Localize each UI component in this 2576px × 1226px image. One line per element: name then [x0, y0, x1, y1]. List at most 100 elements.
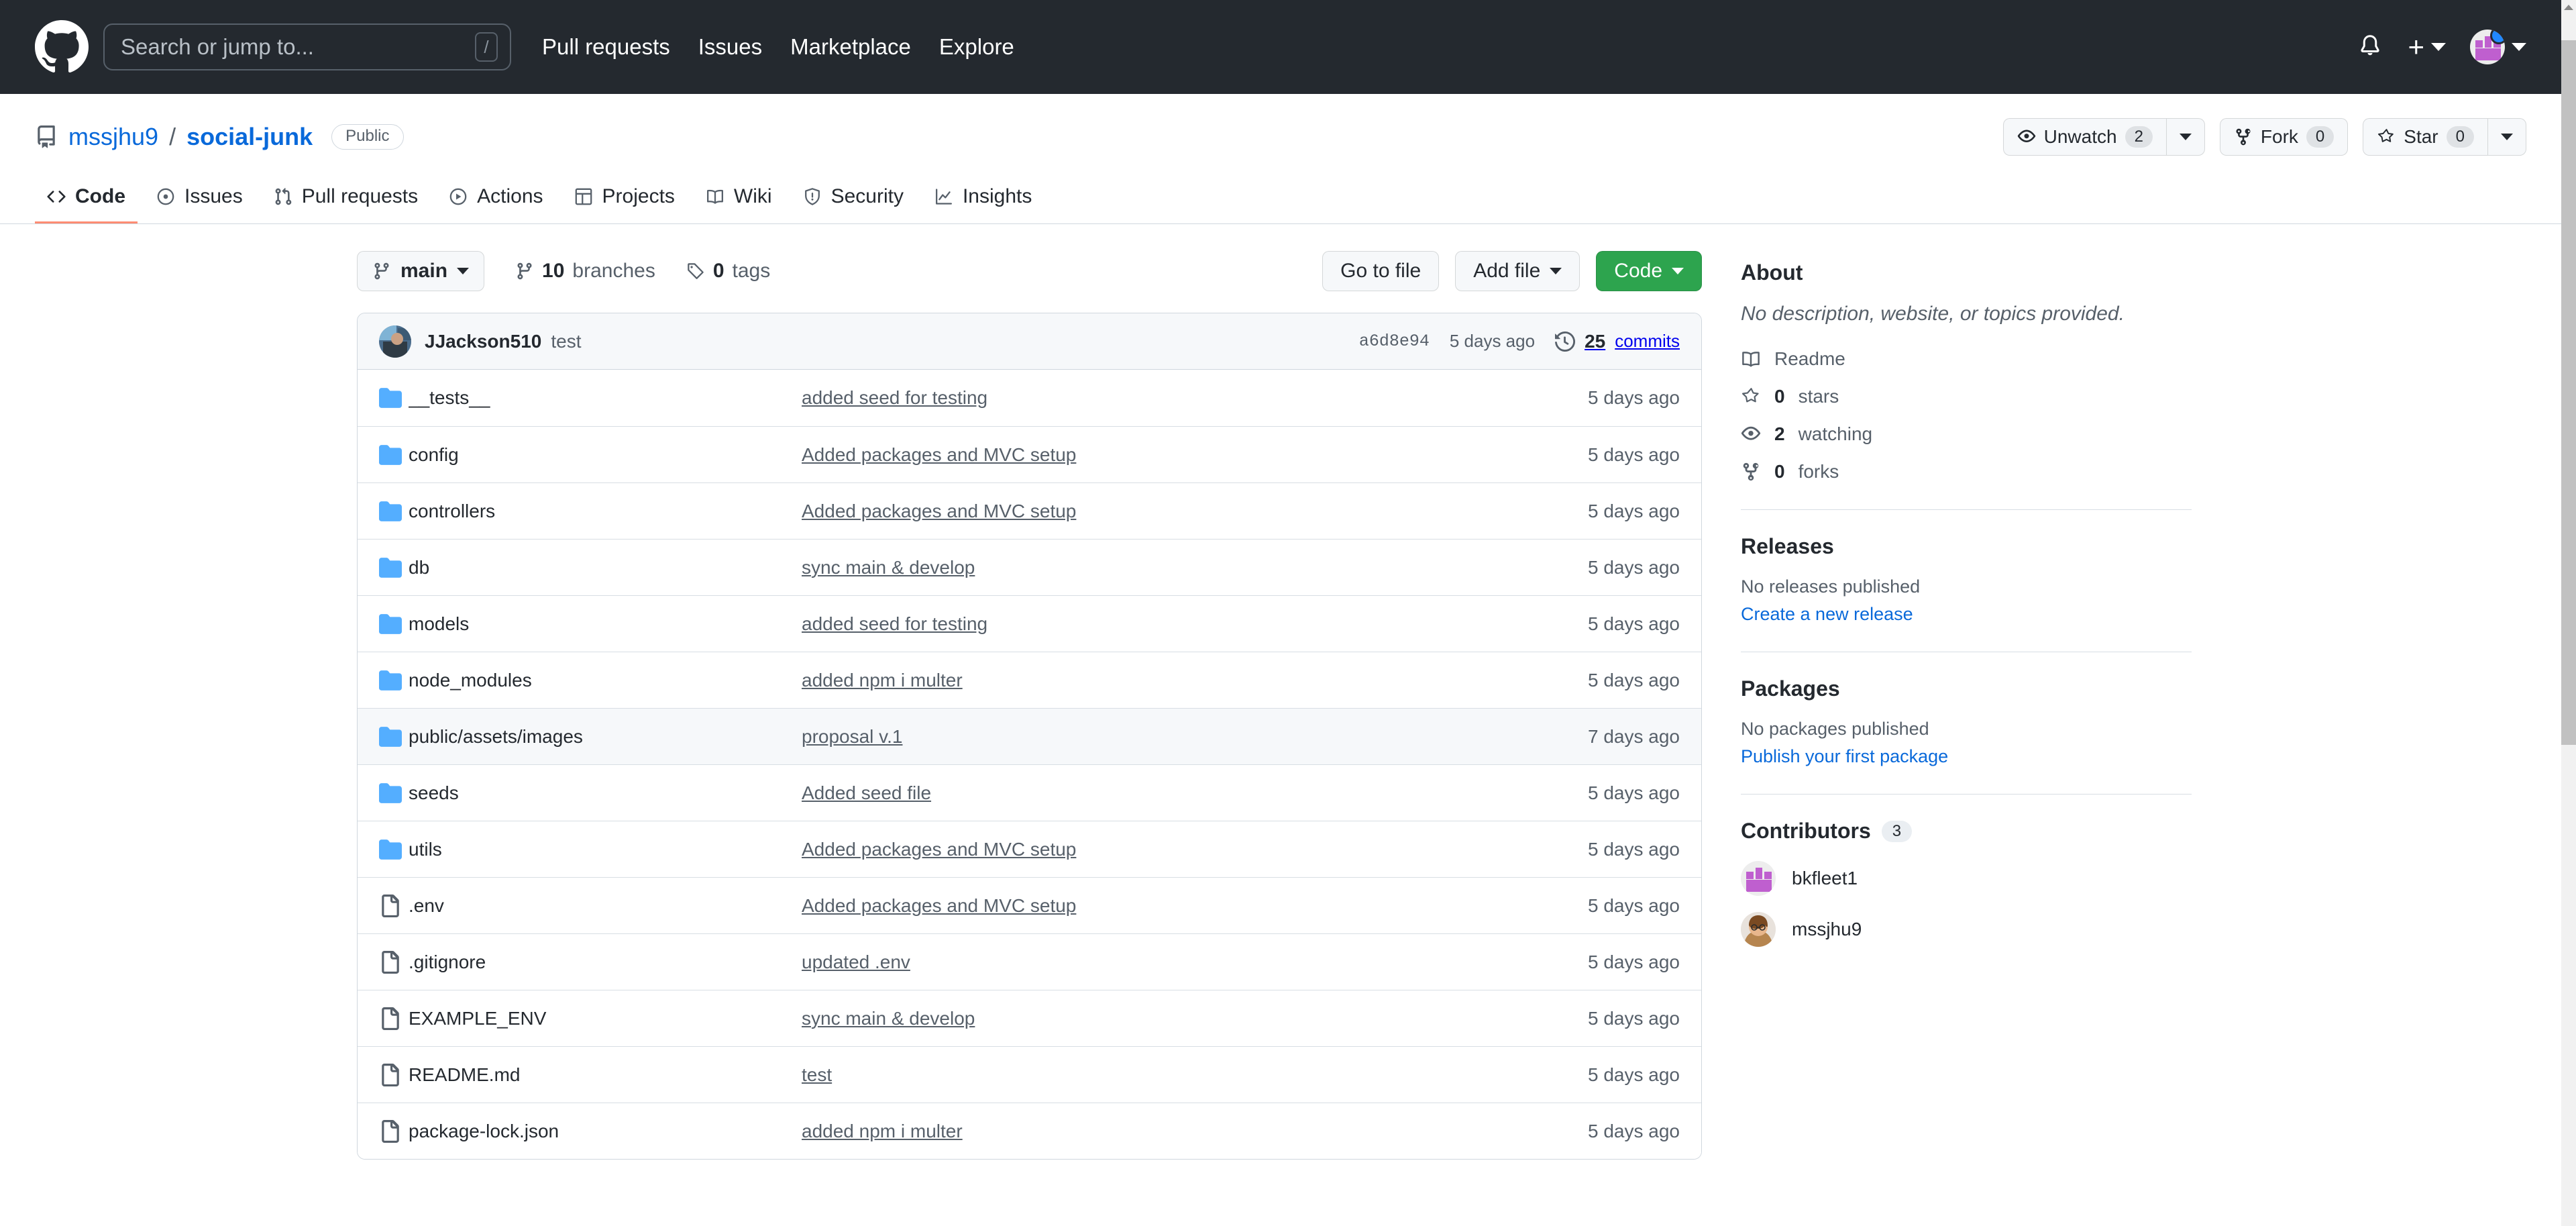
file-name-link[interactable]: models	[409, 613, 802, 635]
scrollbar-thumb[interactable]	[2561, 40, 2576, 745]
file-commit-message[interactable]: updated .env	[802, 952, 1512, 973]
file-commit-time: 5 days ago	[1588, 895, 1680, 916]
avatar	[1741, 912, 1776, 947]
readme-link[interactable]: Readme	[1741, 348, 2192, 370]
tab-insights[interactable]: Insights	[922, 176, 1044, 223]
file-commit-message[interactable]: added seed for testing	[802, 387, 1512, 409]
watching-link[interactable]: 2 watching	[1741, 423, 2192, 445]
table-row[interactable]: README.md test 5 days ago	[358, 1046, 1701, 1103]
file-name-link[interactable]: config	[409, 444, 802, 466]
file-commit-message[interactable]: Added packages and MVC setup	[802, 839, 1512, 860]
chevron-down-icon	[2179, 134, 2192, 140]
tab-wiki[interactable]: Wiki	[694, 176, 784, 223]
table-row[interactable]: db sync main & develop 5 days ago	[358, 539, 1701, 595]
file-name-link[interactable]: .gitignore	[409, 952, 802, 973]
star-dropdown-button[interactable]	[2487, 118, 2526, 156]
branch-selector-button[interactable]: main	[357, 251, 485, 291]
commit-author-name[interactable]: JJackson510	[425, 331, 541, 352]
list-item[interactable]: mssjhu9	[1741, 912, 2192, 947]
commit-message[interactable]: test	[551, 331, 581, 352]
global-nav-marketplace[interactable]: Marketplace	[790, 34, 911, 60]
bell-icon[interactable]	[2357, 32, 2383, 62]
file-name-link[interactable]: utils	[409, 839, 802, 860]
fork-button[interactable]: Fork 0	[2219, 118, 2349, 156]
commit-sha[interactable]: a6d8e94	[1359, 331, 1430, 351]
forks-link[interactable]: 0 forks	[1741, 461, 2192, 482]
table-row[interactable]: public/assets/images proposal v.1 7 days a…	[358, 708, 1701, 764]
repo-book-icon	[38, 125, 55, 148]
file-commit-message[interactable]: Added seed file	[802, 782, 1512, 804]
tab-security[interactable]: Security	[791, 176, 916, 223]
table-row[interactable]: config Added packages and MVC setup 5 days…	[358, 426, 1701, 482]
file-name-link[interactable]: public/assets/images	[409, 726, 802, 748]
file-commit-message[interactable]: test	[802, 1064, 1512, 1086]
file-name-link[interactable]: node_modules	[409, 670, 802, 691]
repo-owner-link[interactable]: mssjhu9	[68, 123, 158, 151]
page-scrollbar[interactable]	[2561, 0, 2576, 1226]
table-row[interactable]: __tests__ added seed for testing 5 days ag…	[358, 370, 1701, 426]
github-mark-icon[interactable]	[35, 20, 89, 74]
add-file-button[interactable]: Add file	[1455, 251, 1580, 291]
tab-code[interactable]: Code	[35, 176, 138, 223]
table-row[interactable]: utils Added packages and MVC setup 5 days …	[358, 821, 1701, 877]
watch-dropdown-button[interactable]	[2165, 118, 2205, 156]
tab-pull-requests[interactable]: Pull requests	[262, 176, 430, 223]
create-release-link[interactable]: Create a new release	[1741, 604, 1913, 624]
table-row[interactable]: controllers Added packages and MVC setup 5…	[358, 482, 1701, 539]
file-commit-message[interactable]: added npm i multer	[802, 670, 1512, 691]
table-row[interactable]: EXAMPLE_ENV sync main & develop 5 days ago	[358, 990, 1701, 1046]
file-commit-message[interactable]: sync main & develop	[802, 557, 1512, 578]
table-row[interactable]: seeds Added seed file 5 days ago	[358, 764, 1701, 821]
file-name-link[interactable]: EXAMPLE_ENV	[409, 1008, 802, 1029]
file-commit-message[interactable]: proposal v.1	[802, 726, 1512, 748]
contributor-name[interactable]: bkfleet1	[1792, 868, 1858, 889]
scrollbar-up-arrow[interactable]	[2561, 0, 2576, 15]
search-input[interactable]: Search or jump to... /	[103, 23, 511, 70]
stars-label: stars	[1798, 386, 1839, 407]
file-icon	[379, 1007, 409, 1030]
unwatch-button[interactable]: Unwatch 2	[2002, 118, 2166, 156]
tags-link[interactable]: 0 tags	[686, 260, 770, 283]
table-row[interactable]: package-lock.json added npm i multer 5 day…	[358, 1103, 1701, 1159]
global-nav-pull-requests[interactable]: Pull requests	[542, 34, 670, 60]
file-name-link[interactable]: controllers	[409, 501, 802, 522]
file-commit-message[interactable]: Added packages and MVC setup	[802, 895, 1512, 917]
commits-count-link[interactable]: 25 commits	[1555, 331, 1680, 352]
file-commit-message[interactable]: Added packages and MVC setup	[802, 444, 1512, 466]
search-shortcut-key: /	[475, 32, 498, 62]
publish-package-link[interactable]: Publish your first package	[1741, 746, 1948, 766]
code-icon	[47, 191, 66, 203]
repo-action-buttons: Unwatch 2 Fork 0 Star 0	[2002, 118, 2526, 156]
file-name-link[interactable]: db	[409, 557, 802, 578]
file-name-link[interactable]: __tests__	[409, 387, 802, 409]
file-name-link[interactable]: seeds	[409, 782, 802, 804]
table-row[interactable]: node_modules added npm i multer 5 days ago	[358, 652, 1701, 708]
create-new-button[interactable]: +	[2408, 33, 2446, 61]
file-name-link[interactable]: README.md	[409, 1064, 802, 1086]
contributor-name[interactable]: mssjhu9	[1792, 919, 1862, 940]
list-item[interactable]: bkfleet1	[1741, 861, 2192, 896]
file-commit-message[interactable]: sync main & develop	[802, 1008, 1512, 1029]
global-nav-explore[interactable]: Explore	[939, 34, 1014, 60]
tab-projects[interactable]: Projects	[562, 176, 687, 223]
file-commit-message[interactable]: added npm i multer	[802, 1121, 1512, 1142]
account-menu-button[interactable]	[2470, 30, 2526, 64]
file-commit-message[interactable]: Added packages and MVC setup	[802, 501, 1512, 522]
star-button[interactable]: Star 0	[2363, 118, 2487, 156]
tab-issues[interactable]: Issues	[144, 176, 255, 223]
file-name-link[interactable]: .env	[409, 895, 802, 917]
file-commit-message[interactable]: added seed for testing	[802, 613, 1512, 635]
table-row[interactable]: models added seed for testing 5 days ago	[358, 595, 1701, 652]
tab-actions[interactable]: Actions	[437, 176, 555, 223]
branches-link[interactable]: 10 branches	[515, 260, 655, 283]
repo-name-link[interactable]: social-junk	[186, 123, 313, 151]
go-to-file-button[interactable]: Go to file	[1322, 251, 1440, 291]
code-download-button[interactable]: Code	[1596, 251, 1702, 291]
forks-label: forks	[1798, 461, 1839, 482]
table-row[interactable]: .env Added packages and MVC setup 5 days a…	[358, 877, 1701, 933]
table-row[interactable]: .gitignore updated .env 5 days ago	[358, 933, 1701, 990]
global-nav-issues[interactable]: Issues	[698, 34, 762, 60]
stars-link[interactable]: 0 stars	[1741, 386, 2192, 407]
packages-empty-note: No packages published	[1741, 719, 1929, 739]
file-name-link[interactable]: package-lock.json	[409, 1121, 802, 1142]
